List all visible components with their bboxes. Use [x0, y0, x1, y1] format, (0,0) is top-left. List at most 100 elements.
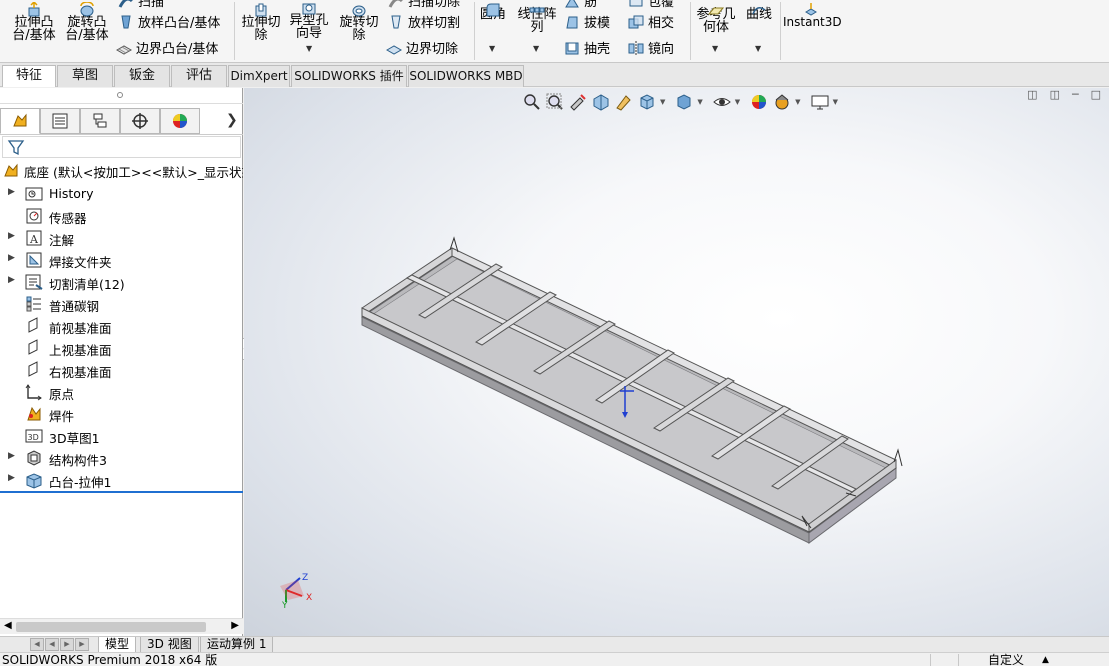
scroll-left-icon[interactable]: ◀ — [4, 620, 12, 631]
first-tab-button[interactable]: ◀ — [30, 638, 44, 651]
extrude-cut-button[interactable]: 拉伸切 除 — [238, 3, 284, 42]
tree-item[interactable]: 上视基准面 — [0, 337, 243, 359]
revolve-boss-button[interactable]: 旋转凸 台/基体 — [62, 2, 112, 42]
view-settings-icon[interactable] — [810, 92, 830, 112]
tree-item[interactable]: 普通碳钢 — [0, 293, 243, 315]
tab-features[interactable]: 特征 — [2, 65, 56, 87]
hole-wizard-button[interactable]: 异型孔 向导 — [286, 3, 332, 40]
tab-evaluate[interactable]: 评估 — [171, 65, 227, 87]
hole-wizard-dropdown[interactable]: ▼ — [306, 44, 312, 53]
tree-item[interactable]: ▶ 焊接文件夹 — [0, 249, 243, 271]
tab-3d-views[interactable]: 3D 视图 — [140, 637, 199, 653]
apply-scene-dropdown[interactable]: ▼ — [795, 98, 800, 106]
previous-view-icon[interactable] — [568, 92, 588, 112]
dimxpert-manager-tab[interactable] — [120, 108, 160, 134]
feature-manager-tab[interactable] — [0, 108, 40, 134]
tab-solidworks-addins[interactable]: SOLIDWORKS 插件 — [291, 65, 407, 87]
prev-tab-button[interactable]: ◀ — [45, 638, 59, 651]
expand-arrow-icon[interactable]: ▶ — [8, 275, 16, 285]
hide-show-items-icon[interactable] — [712, 92, 732, 112]
rib-button[interactable]: 筋 — [564, 0, 597, 10]
tab-model[interactable]: 模型 — [98, 637, 137, 653]
tab-solidworks-mbd[interactable]: SOLIDWORKS MBD — [408, 65, 524, 87]
reference-geometry-button[interactable]: 参考几 何体 — [694, 7, 738, 34]
fillet-dropdown[interactable]: ▼ — [489, 44, 495, 53]
extrude-boss-button[interactable]: 拉伸凸 台/基体 — [10, 2, 58, 42]
tree-horizontal-scrollbar[interactable]: ◀ ▶ — [0, 618, 243, 634]
section-view-icon[interactable] — [591, 92, 611, 112]
restore-right-icon[interactable]: ◫ — [1050, 88, 1060, 108]
sweep-boss-button[interactable]: 扫描 — [118, 0, 164, 10]
view-settings-dropdown[interactable]: ▼ — [833, 98, 838, 106]
sweep-cut-button[interactable]: 扫描切除 — [388, 0, 460, 10]
display-style-icon[interactable] — [674, 92, 694, 112]
restore-left-icon[interactable]: ◫ — [1027, 88, 1037, 108]
rollback-bar[interactable] — [0, 491, 243, 493]
reference-geometry-dropdown[interactable]: ▼ — [712, 44, 718, 53]
intersect-button[interactable]: 相交 — [628, 12, 674, 31]
linear-pattern-dropdown[interactable]: ▼ — [533, 44, 539, 53]
tree-item[interactable]: 原点 — [0, 381, 243, 403]
expand-arrow-icon[interactable]: ▶ — [8, 473, 16, 483]
tree-item[interactable]: ▶ 凸台-拉伸1 — [0, 469, 243, 491]
revolve-cut-button[interactable]: 旋转切 除 — [336, 5, 382, 42]
tree-filter[interactable] — [2, 136, 241, 158]
chevron-up-icon[interactable]: ▲ — [1042, 653, 1049, 666]
boundary-boss-button[interactable]: 边界凸台/基体 — [116, 38, 218, 57]
display-manager-tab[interactable] — [160, 108, 200, 134]
tree-item[interactable]: ▶ 结构构件3 — [0, 447, 243, 469]
tab-sheet-metal[interactable]: 钣金 — [114, 65, 170, 87]
loft-cut-button[interactable]: 放样切割 — [388, 12, 460, 31]
chevron-right-icon[interactable]: ❯ — [226, 112, 238, 128]
tree-item[interactable]: ▶ History — [0, 183, 243, 205]
tree-item[interactable]: ▶ A 注解 — [0, 227, 243, 249]
expand-arrow-icon[interactable]: ▶ — [8, 253, 16, 263]
graphics-area[interactable]: ◫ ◫ ─ □ ▼ ▼ ▼ ▼ ▼ Z Y X — [244, 88, 1109, 636]
tree-item[interactable]: ▶ 切割清单(12) — [0, 271, 243, 293]
zoom-to-fit-icon[interactable] — [522, 92, 542, 112]
instant3d-button[interactable]: Instant3D — [783, 3, 842, 29]
apply-scene-icon[interactable] — [772, 92, 792, 112]
tree-item[interactable]: 传感器 — [0, 205, 243, 227]
units-selector[interactable]: 自定义 — [988, 653, 1024, 666]
heads-up-view-toolbar: ▼ ▼ ▼ ▼ ▼ — [522, 91, 844, 113]
expand-arrow-icon[interactable]: ▶ — [8, 231, 16, 241]
last-tab-button[interactable]: ▶ — [75, 638, 89, 651]
dynamic-annotation-icon[interactable] — [614, 92, 634, 112]
scroll-right-icon[interactable]: ▶ — [231, 620, 239, 631]
scroll-thumb[interactable] — [16, 622, 206, 632]
property-manager-tab[interactable] — [40, 108, 80, 134]
draft-button[interactable]: 拔模 — [564, 12, 610, 31]
zoom-to-area-icon[interactable] — [545, 92, 565, 112]
configuration-manager-tab[interactable] — [80, 108, 120, 134]
edit-appearance-icon[interactable] — [749, 92, 769, 112]
maximize-icon[interactable]: □ — [1091, 88, 1101, 108]
curves-button[interactable]: 曲线 — [742, 7, 776, 21]
wrap-button[interactable]: 包覆 — [628, 0, 674, 10]
tab-dimxpert[interactable]: DimXpert — [228, 65, 290, 87]
expand-arrow-icon[interactable]: ▶ — [8, 451, 16, 461]
tree-item[interactable]: 前视基准面 — [0, 315, 243, 337]
fillet-button[interactable]: 圆角 — [478, 3, 508, 21]
tab-sketch[interactable]: 草图 — [57, 65, 113, 87]
tree-root-part[interactable]: 底座 (默认<按加工><<默认>_显示状态 — [2, 161, 243, 181]
weldment-frame-model[interactable] — [244, 88, 1109, 636]
expand-arrow-icon[interactable]: ▶ — [8, 187, 16, 197]
mirror-button[interactable]: 镜向 — [628, 38, 674, 57]
curves-dropdown[interactable]: ▼ — [755, 44, 761, 53]
tree-item[interactable]: 右视基准面 — [0, 359, 243, 381]
linear-pattern-button[interactable]: 线性阵 列 — [514, 7, 560, 34]
hide-show-dropdown[interactable]: ▼ — [735, 98, 740, 106]
view-orientation-dropdown[interactable]: ▼ — [660, 98, 665, 106]
loft-boss-button[interactable]: 放样凸台/基体 — [118, 12, 220, 31]
shell-button[interactable]: 抽壳 — [564, 38, 610, 57]
panel-grip[interactable] — [0, 88, 243, 104]
minimize-icon[interactable]: ─ — [1072, 88, 1079, 108]
tree-item[interactable]: 3D 3D草图1 — [0, 425, 243, 447]
tree-item[interactable]: 焊件 — [0, 403, 243, 425]
next-tab-button[interactable]: ▶ — [60, 638, 74, 651]
view-orientation-icon[interactable] — [637, 92, 657, 112]
tab-motion-study[interactable]: 运动算例 1 — [200, 637, 274, 653]
display-style-dropdown[interactable]: ▼ — [697, 98, 702, 106]
boundary-cut-button[interactable]: 边界切除 — [386, 38, 458, 57]
